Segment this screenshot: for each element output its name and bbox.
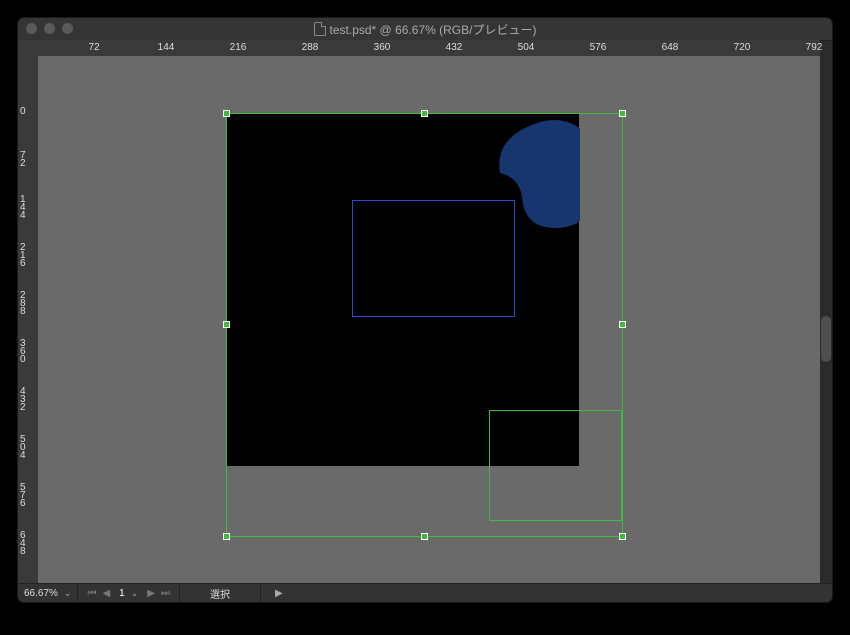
ruler-tick: 432 — [20, 388, 26, 412]
handle-top-left[interactable] — [223, 110, 230, 117]
ruler-tick: 144 — [20, 196, 26, 220]
handle-left[interactable] — [223, 321, 230, 328]
handle-right[interactable] — [619, 321, 626, 328]
ruler-tick: 288 — [20, 292, 26, 316]
playback: ▶ — [261, 584, 289, 602]
ruler-tick: 72 — [88, 42, 99, 53]
ruler-tick: 360 — [20, 340, 26, 364]
window-title: test.psd* @ 66.67% (RGB/プレビュー) — [18, 21, 832, 38]
ruler-tick: 144 — [158, 42, 175, 53]
tool-mode[interactable]: 選択 — [180, 584, 261, 602]
scrollbar-thumb[interactable] — [821, 316, 831, 362]
ruler-tick: 288 — [302, 42, 319, 53]
ruler-tick: 216 — [230, 42, 247, 53]
app-window: test.psd* @ 66.67% (RGB/プレビュー) 72 144 21… — [18, 18, 832, 602]
ruler-tick: 0 — [20, 108, 26, 116]
ruler-tick: 576 — [20, 484, 26, 508]
page-number[interactable]: 1 — [113, 588, 131, 599]
page-nav: ⏮ ◀ 1 ⌄ ▶ ⏭ — [78, 584, 180, 602]
ruler-tick: 792 — [806, 42, 823, 53]
zoom-value: 66.67% — [24, 588, 58, 599]
ruler-tick: 648 — [20, 532, 26, 556]
ruler-tick: 72 — [20, 152, 26, 168]
ruler-tick: 504 — [20, 436, 26, 460]
title-text: test.psd* @ 66.67% (RGB/プレビュー) — [330, 23, 537, 37]
handle-bottom-right[interactable] — [619, 533, 626, 540]
document-icon — [314, 22, 326, 36]
tool-mode-label: 選択 — [210, 586, 230, 601]
ruler-origin[interactable] — [18, 40, 39, 57]
prev-page-icon[interactable]: ◀ — [99, 588, 113, 599]
statusbar: 66.67% ⌄ ⏮ ◀ 1 ⌄ ▶ ⏭ 選択 ▶ — [18, 583, 832, 602]
handle-top[interactable] — [421, 110, 428, 117]
ruler-horizontal[interactable]: 72 144 216 288 360 432 504 576 648 720 7… — [38, 40, 820, 57]
handle-bottom-left[interactable] — [223, 533, 230, 540]
ruler-vertical[interactable]: 0 72 144 216 288 360 432 504 576 648 — [18, 56, 39, 584]
titlebar: test.psd* @ 66.67% (RGB/プレビュー) — [18, 18, 832, 41]
play-icon[interactable]: ▶ — [275, 588, 283, 599]
last-page-icon[interactable]: ⏭ — [158, 588, 173, 599]
ruler-tick: 648 — [662, 42, 679, 53]
zoom-control[interactable]: 66.67% ⌄ — [18, 584, 78, 602]
handle-bottom[interactable] — [421, 533, 428, 540]
scrollbar-vertical[interactable] — [820, 56, 832, 584]
ruler-tick: 576 — [590, 42, 607, 53]
ruler-tick: 504 — [518, 42, 535, 53]
ruler-tick: 216 — [20, 244, 26, 268]
canvas-area[interactable] — [38, 56, 820, 584]
first-page-icon[interactable]: ⏮ — [84, 588, 99, 599]
handle-top-right[interactable] — [619, 110, 626, 117]
chevron-down-icon[interactable]: ⌄ — [131, 588, 139, 599]
chevron-down-icon[interactable]: ⌄ — [64, 588, 72, 599]
next-page-icon[interactable]: ▶ — [144, 588, 158, 599]
ruler-tick: 360 — [374, 42, 391, 53]
ruler-tick: 720 — [734, 42, 751, 53]
ruler-tick: 432 — [446, 42, 463, 53]
selection-bounding-box[interactable] — [226, 113, 623, 537]
